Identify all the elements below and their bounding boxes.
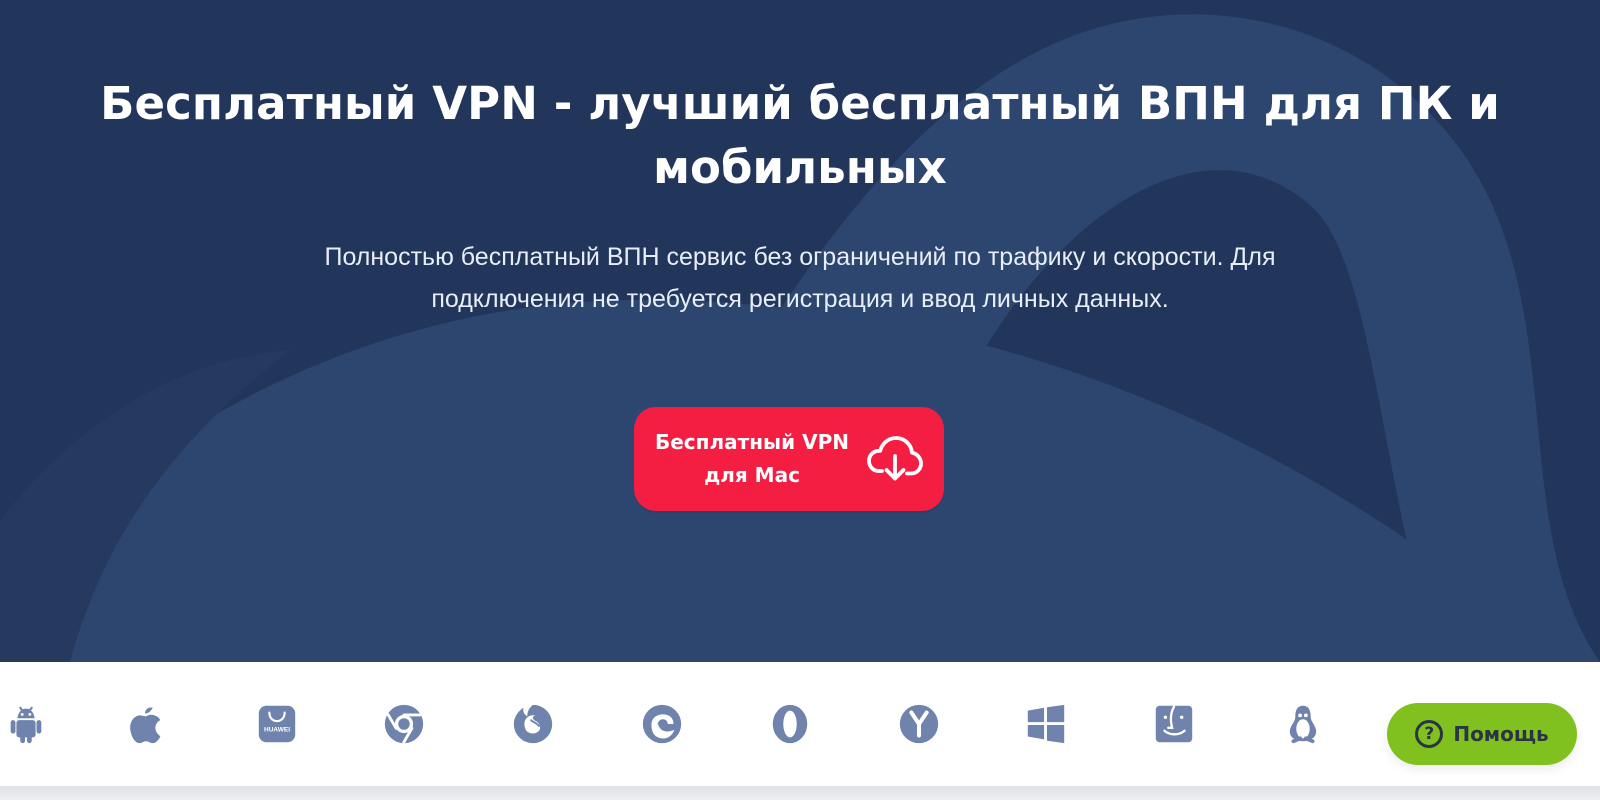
- hero-description-line-1: Полностью бесплатный ВПН сервис без огра…: [324, 243, 1276, 271]
- vpn-landing-page: Бесплатный VPN - лучший бесплатный ВПН д…: [0, 0, 1600, 800]
- help-button-label: Помощь: [1453, 722, 1549, 746]
- yandex-browser-icon[interactable]: [895, 700, 943, 748]
- huawei-appgallery-icon[interactable]: HUAWEI: [253, 700, 301, 748]
- bottom-page-edge: [0, 786, 1600, 800]
- help-icon: ?: [1415, 720, 1444, 748]
- chrome-icon[interactable]: [380, 700, 428, 748]
- download-button-label-line-1: Бесплатный VPN: [655, 430, 849, 454]
- finder-icon[interactable]: [1150, 700, 1198, 748]
- page-title: Бесплатный VPN - лучший бесплатный ВПН д…: [0, 72, 1600, 200]
- help-button[interactable]: ? Помощь: [1387, 703, 1577, 765]
- firefox-icon[interactable]: [509, 700, 557, 748]
- download-button-label: Бесплатный VPN для Mac: [655, 426, 849, 492]
- windows-icon[interactable]: [1022, 700, 1070, 748]
- hero-description: Полностью бесплатный ВПН сервис без огра…: [0, 236, 1600, 320]
- hero-section: Бесплатный VPN - лучший бесплатный ВПН д…: [0, 0, 1600, 662]
- linux-icon[interactable]: [1279, 700, 1327, 748]
- android-icon[interactable]: [2, 700, 50, 748]
- cloud-download-icon: [867, 436, 923, 481]
- hero-description-line-2: подключения не требуется регистрация и в…: [431, 285, 1169, 313]
- edge-icon[interactable]: [638, 700, 686, 748]
- opera-icon[interactable]: [766, 700, 814, 748]
- page-title-line-1: Бесплатный VPN - лучший бесплатный ВПН д…: [100, 77, 1500, 130]
- download-button-label-line-2: для Mac: [704, 463, 800, 487]
- page-title-line-2: мобильных: [653, 141, 947, 194]
- apple-icon[interactable]: [122, 700, 170, 748]
- mac-download-button[interactable]: Бесплатный VPN для Mac: [634, 407, 944, 511]
- huawei-label: HUAWEI: [264, 727, 290, 734]
